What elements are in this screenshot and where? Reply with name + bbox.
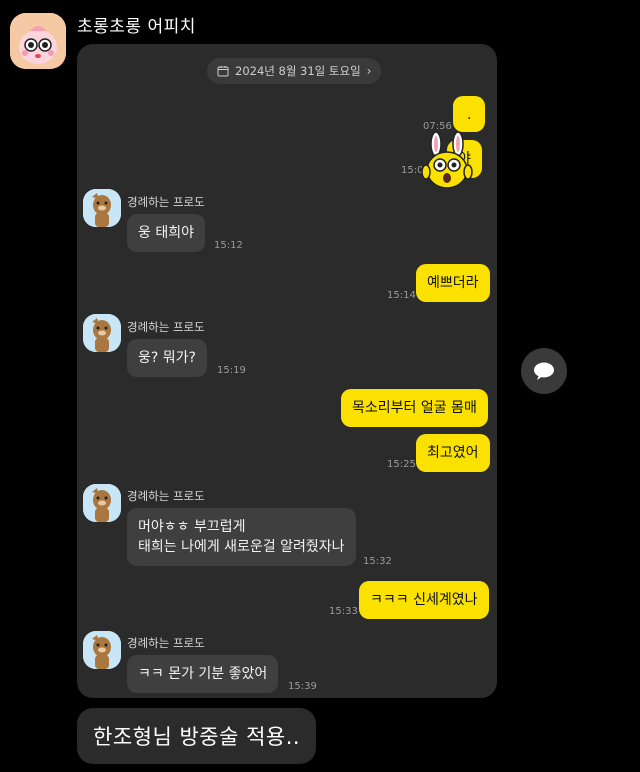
frodo-avatar-icon [83, 631, 121, 669]
message-line: 머야ㅎㅎ 부끄럽게 [138, 519, 246, 535]
apeach-avatar-icon [10, 13, 66, 69]
frodo-avatar-icon [83, 314, 121, 352]
message-time: 15:32 [363, 556, 392, 567]
chat-bubble-icon [534, 362, 554, 380]
incoming-message[interactable]: 머야ㅎㅎ 부끄럽게 태희는 나에게 새로운걸 알려줬자나 [127, 508, 356, 566]
sender-avatar[interactable] [83, 189, 121, 227]
outgoing-message[interactable]: . [453, 96, 486, 132]
sender-avatar[interactable] [83, 631, 121, 669]
profile-avatar[interactable] [10, 13, 66, 69]
outgoing-message[interactable]: 최고였어 [416, 434, 490, 472]
frodo-avatar-icon [83, 189, 121, 227]
date-divider[interactable]: 2024년 8월 31일 토요일 › [207, 58, 382, 84]
comment-button[interactable] [521, 348, 567, 394]
sticker-icon[interactable] [420, 132, 476, 192]
sender-name: 경례하는 프로도 [127, 636, 205, 650]
calendar-icon [217, 66, 229, 77]
outgoing-message[interactable]: 목소리부터 얼굴 몸매 [341, 389, 488, 427]
message-time: 15:19 [217, 365, 246, 376]
sender-avatar[interactable] [83, 314, 121, 352]
message-line: 태희는 나에게 새로운걸 알려줬자나 [138, 539, 345, 555]
date-text: 2024년 8월 31일 토요일 [235, 64, 361, 78]
message-time: 15:39 [288, 681, 317, 692]
incoming-message[interactable]: 웅? 뭐가? [127, 339, 207, 377]
message-time: 07:56 [423, 121, 452, 132]
sender-name: 경례하는 프로도 [127, 489, 205, 503]
outgoing-message[interactable]: 예쁘더라 [416, 264, 490, 302]
chat-screenshot: 2024년 8월 31일 토요일 › 07:56 . 15:0 야 경례하는 프 [77, 44, 497, 698]
sender-name: 경례하는 프로도 [127, 195, 205, 209]
caption-text: 한조형님 방중술 적용.. [77, 708, 317, 764]
frodo-avatar-icon [83, 484, 121, 522]
chat-title: 초롱초롱 어피치 [77, 17, 196, 37]
chevron-right-icon: › [366, 64, 372, 78]
incoming-message[interactable]: ㅋㅋ 몬가 기분 좋았어 [127, 655, 279, 693]
message-time: 15:33 [329, 606, 358, 617]
message-time: 15:14 [387, 290, 416, 301]
incoming-message[interactable]: 웅 태희야 [127, 214, 205, 252]
sender-avatar[interactable] [83, 484, 121, 522]
sender-name: 경례하는 프로도 [127, 320, 205, 334]
message-time: 15:12 [214, 240, 243, 251]
outgoing-message[interactable]: ㅋㅋㅋ 신세계였나 [359, 581, 489, 619]
message-time: 15:25 [387, 459, 416, 470]
